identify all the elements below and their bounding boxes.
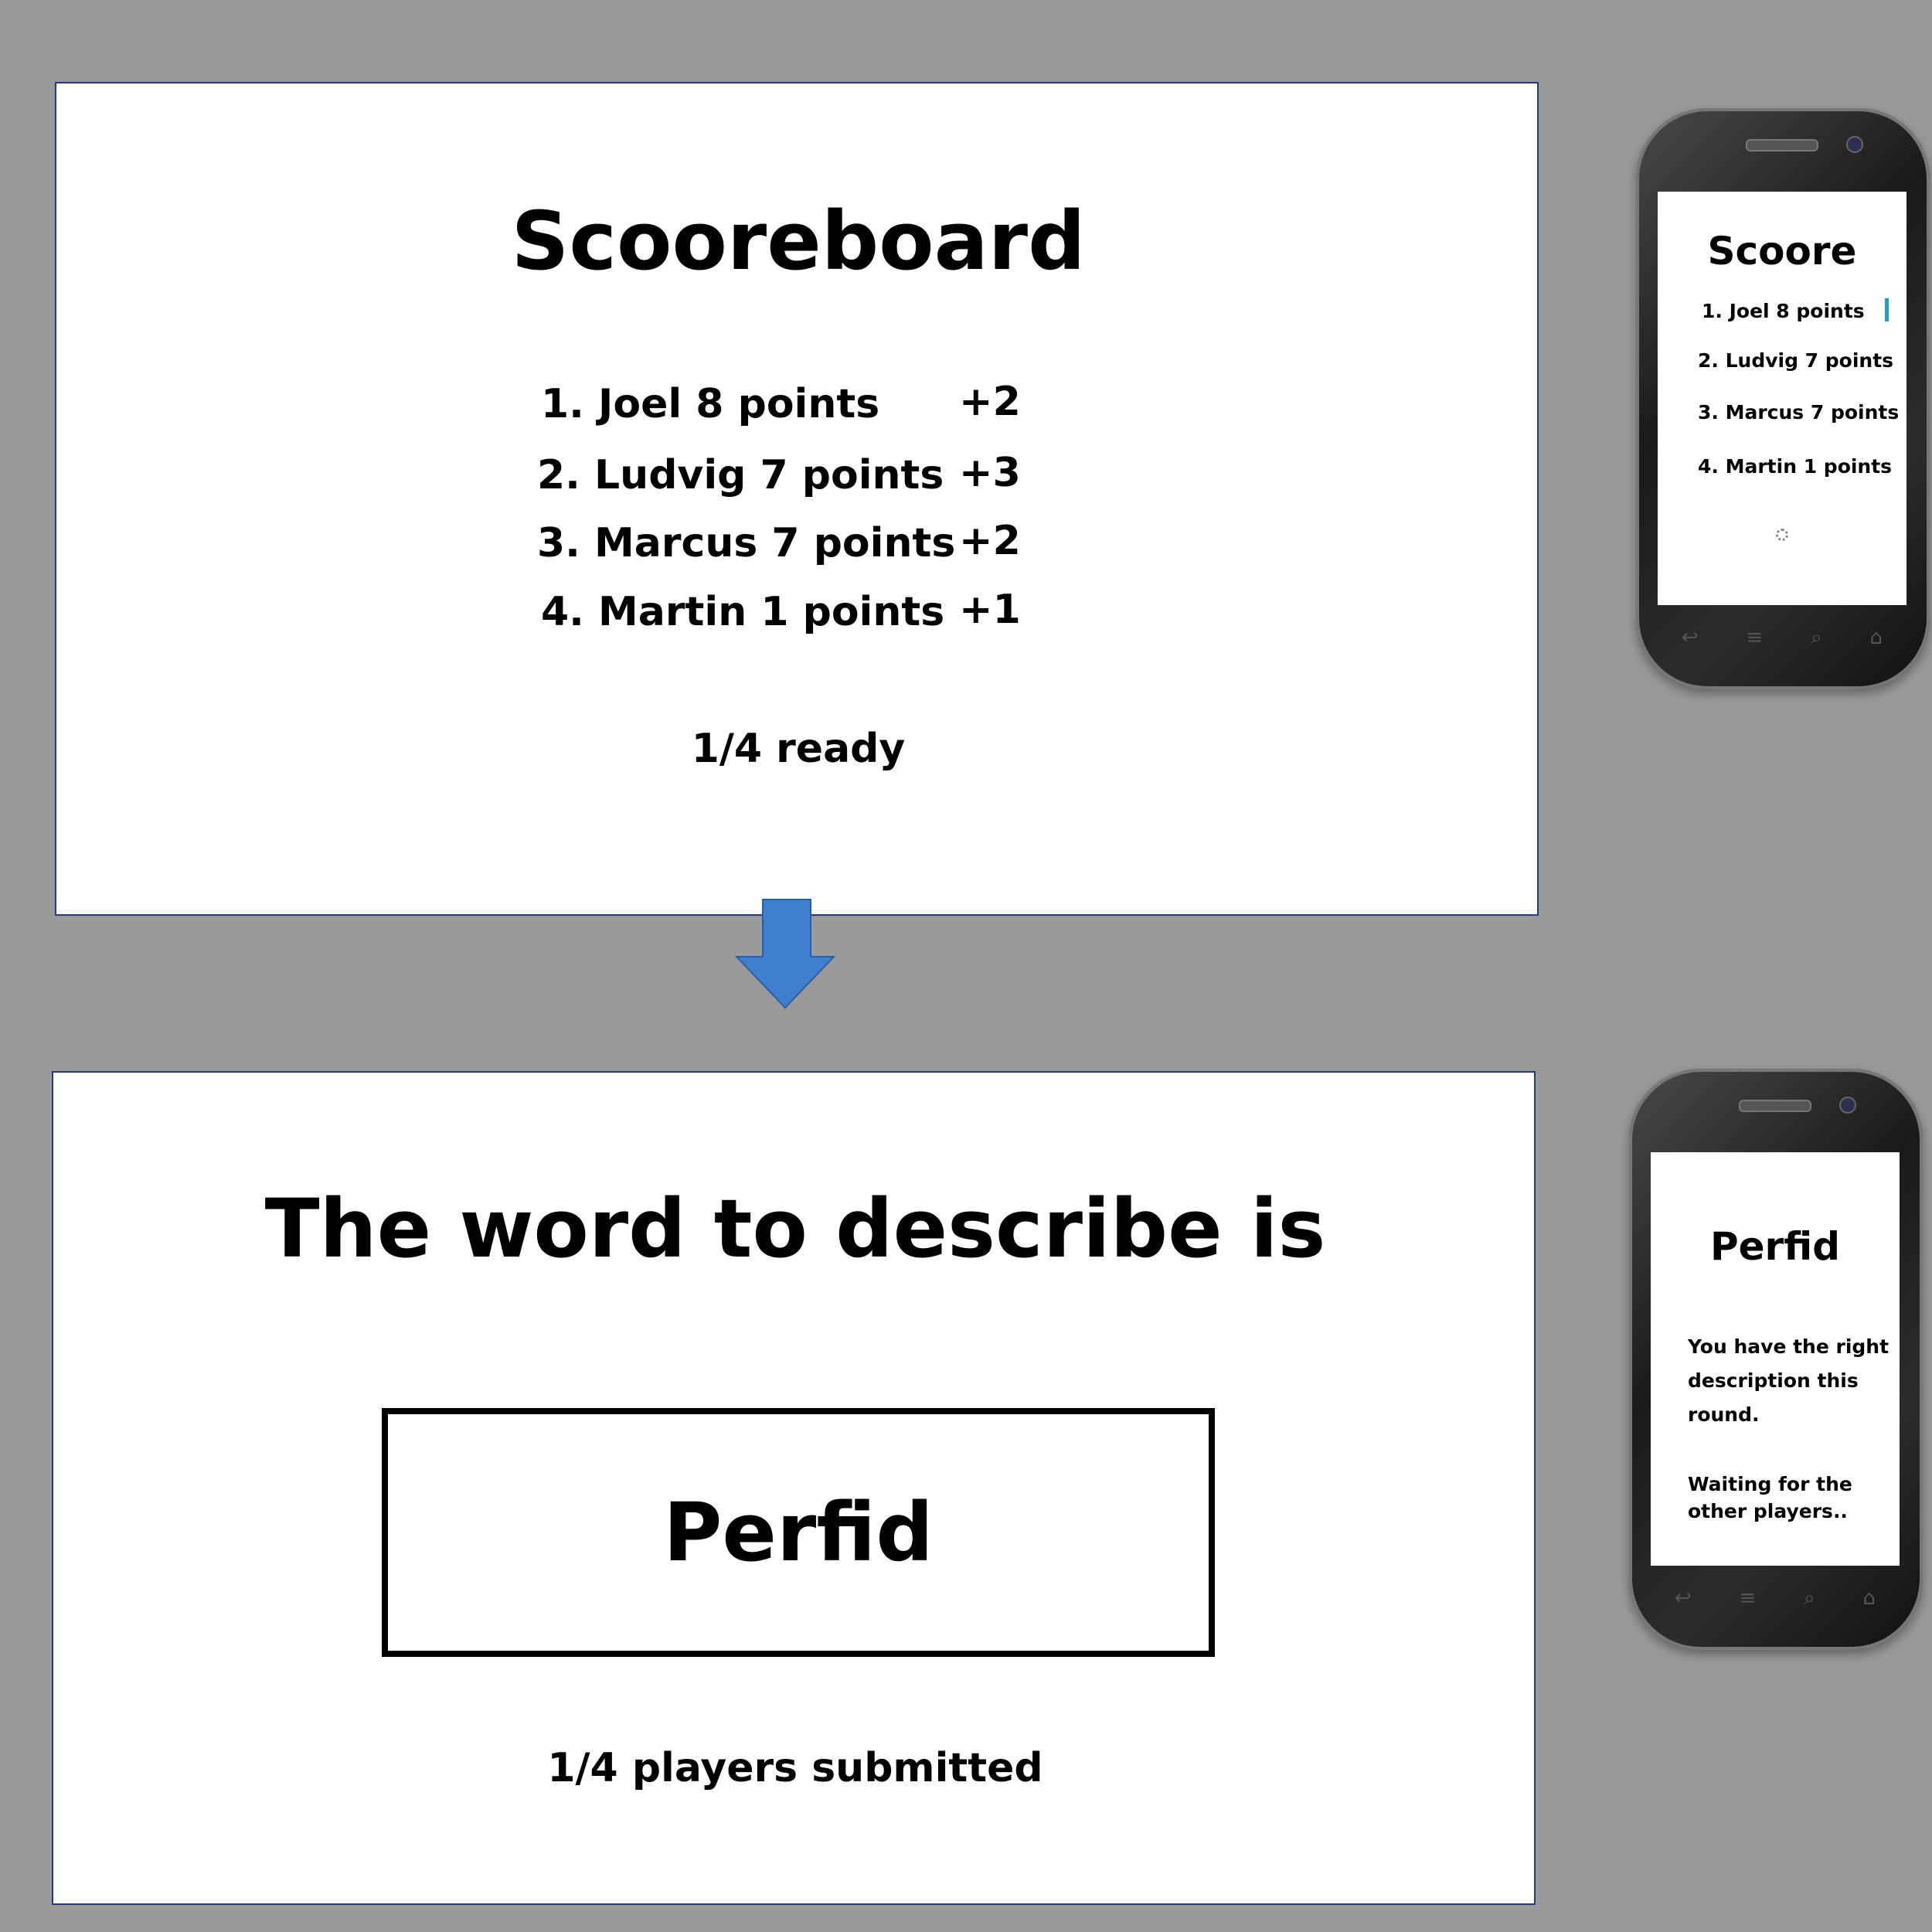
phone-score-entry-3: 3. Marcus 7 points — [1698, 401, 1900, 423]
word-value: Perfid — [663, 1485, 934, 1580]
back-icon[interactable]: ↩ — [1682, 626, 1699, 649]
home-icon[interactable]: ⌂ — [1863, 1587, 1876, 1610]
scoreboard-title: Scooreboard — [511, 194, 1086, 288]
score-delta-4: +1 — [959, 587, 1021, 633]
phone-speaker — [1746, 139, 1818, 151]
score-delta-2: +3 — [959, 450, 1021, 496]
home-icon[interactable]: ⌂ — [1870, 626, 1883, 649]
phone-softkeys: ↩ ≡ ⌕ ⌂ — [1651, 1579, 1900, 1617]
word-box: Perfid — [382, 1408, 1215, 1657]
phone-word-title: Perfid — [1709, 1224, 1841, 1269]
scrollbar[interactable] — [1885, 298, 1889, 321]
loading-spinner-icon — [1776, 529, 1788, 541]
score-entry-4: 4. Martin 1 points — [541, 589, 945, 635]
score-delta-3: +2 — [959, 518, 1021, 564]
phone-scoreboard: Scoore 1. Joel 8 points 2. Ludvig 7 poin… — [1636, 108, 1930, 689]
back-icon[interactable]: ↩ — [1675, 1587, 1692, 1610]
search-icon[interactable]: ⌕ — [1811, 626, 1822, 650]
menu-icon[interactable]: ≡ — [1747, 626, 1764, 649]
phone-camera — [1839, 1097, 1856, 1114]
score-delta-1: +2 — [959, 379, 1021, 425]
search-icon[interactable]: ⌕ — [1804, 1587, 1815, 1611]
phone-waiting: Waiting for the other players.. — [1688, 1473, 1852, 1522]
phone-screen: Scoore 1. Joel 8 points 2. Ludvig 7 poin… — [1658, 192, 1906, 605]
phone-speaker — [1739, 1100, 1811, 1112]
score-entry-3: 3. Marcus 7 points — [537, 520, 956, 566]
phone-camera — [1846, 136, 1863, 153]
phone-score-title: Scoore — [1707, 229, 1857, 274]
phone-word: Perfid You have the right description th… — [1629, 1069, 1923, 1650]
phone-softkeys: ↩ ≡ ⌕ ⌂ — [1658, 618, 1906, 657]
phone-screen: Perfid You have the right description th… — [1651, 1152, 1900, 1566]
ready-status: 1/4 ready — [691, 726, 906, 772]
down-arrow-icon — [734, 899, 836, 1009]
word-screen: The word to describe is Perfid 1/4 playe… — [52, 1071, 1536, 1905]
phone-score-entry-2: 2. Ludvig 7 points — [1698, 349, 1894, 372]
phone-score-entry-4: 4. Martin 1 points — [1698, 455, 1893, 478]
score-entry-1: 1. Joel 8 points — [541, 381, 880, 427]
menu-icon[interactable]: ≡ — [1740, 1587, 1757, 1610]
word-heading: The word to describe is — [264, 1182, 1326, 1276]
scoreboard-screen: Scooreboard 1. Joel 8 points +2 2. Ludvi… — [55, 82, 1539, 916]
phone-message: You have the right description this roun… — [1688, 1335, 1889, 1426]
submitted-status: 1/4 players submitted — [547, 1745, 1043, 1791]
score-entry-2: 2. Ludvig 7 points — [537, 452, 944, 498]
phone-score-entry-1: 1. Joel 8 points — [1702, 300, 1865, 322]
